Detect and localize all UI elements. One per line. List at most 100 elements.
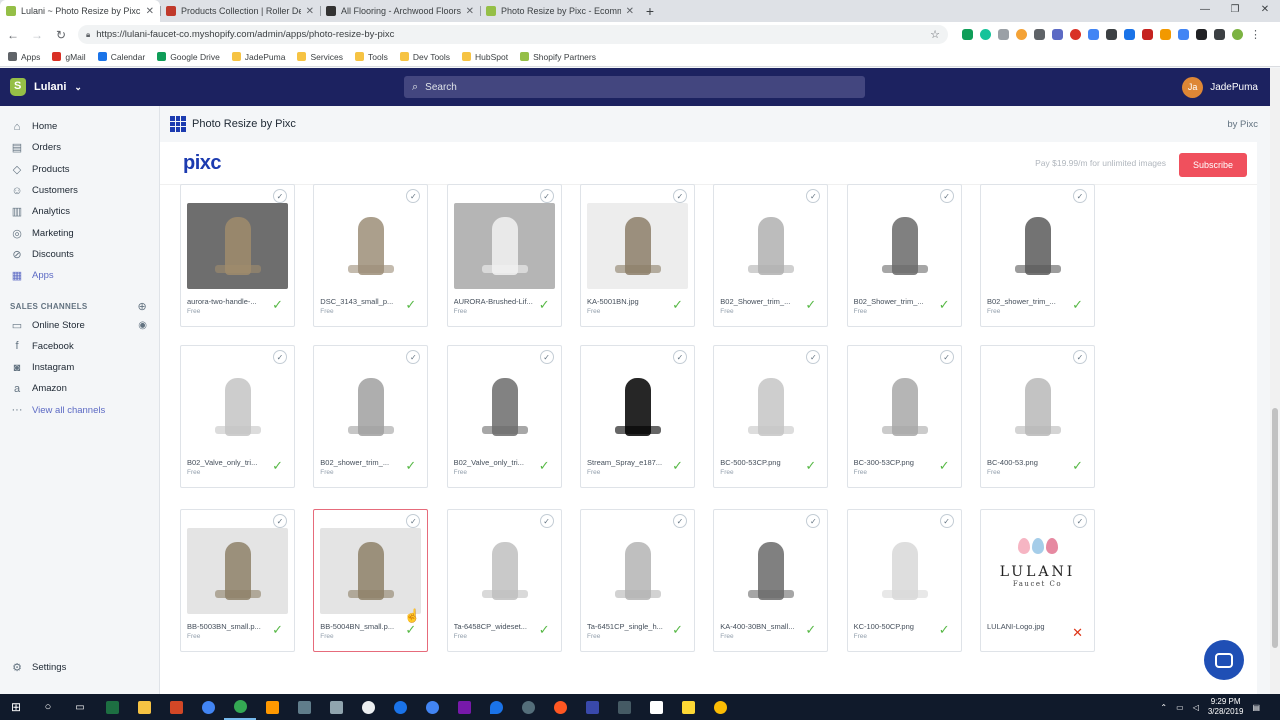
sidebar-item-online-store[interactable]: ▭ Online Store ◉ xyxy=(0,314,159,335)
select-checkbox[interactable]: ✓ xyxy=(939,189,954,203)
extension-icon[interactable] xyxy=(1052,29,1063,40)
chat-button[interactable] xyxy=(1204,640,1244,680)
image-card[interactable]: ✓ BB-5004BN_small.p... Free ✓ ☝ xyxy=(313,509,429,652)
taskbar-app[interactable] xyxy=(608,694,640,720)
select-checkbox[interactable]: ✓ xyxy=(273,350,287,364)
taskbar-app[interactable] xyxy=(160,694,192,720)
sidebar-item-apps[interactable]: ▦ Apps xyxy=(0,265,159,286)
start-button[interactable]: ⊞ xyxy=(0,694,32,720)
sidebar-item-discounts[interactable]: ⊘ Discounts xyxy=(0,244,159,265)
image-card[interactable]: ✓ B02_shower_trim_... Free ✓ xyxy=(313,345,429,488)
image-card[interactable]: ✓ B02_shower_trim_... Free ✓ xyxy=(980,184,1095,327)
select-checkbox[interactable]: ✓ xyxy=(1073,514,1087,528)
close-tab-icon[interactable]: ✕ xyxy=(626,6,634,17)
scrollbar-thumb[interactable] xyxy=(1272,408,1278,648)
taskbar-app[interactable] xyxy=(416,694,448,720)
sidebar-item-amazon[interactable]: a Amazon xyxy=(0,378,159,399)
taskbar-app[interactable] xyxy=(384,694,416,720)
select-checkbox[interactable]: ✓ xyxy=(406,189,421,203)
select-checkbox[interactable]: ✓ xyxy=(273,189,287,203)
extension-icon[interactable] xyxy=(1142,29,1153,40)
extension-icon[interactable] xyxy=(1106,29,1117,40)
sidebar-item-view-all-channels[interactable]: ··· View all channels xyxy=(0,400,159,421)
bookmark-item[interactable]: Calendar xyxy=(97,52,145,62)
select-checkbox[interactable]: ✓ xyxy=(1073,350,1087,364)
sidebar-item-home[interactable]: ⌂ Home xyxy=(0,116,159,137)
image-card[interactable]: ✓ BC-300-53CP.png Free ✓ xyxy=(846,345,962,488)
sidebar-item-analytics[interactable]: ▥ Analytics xyxy=(0,201,159,222)
extension-icon[interactable] xyxy=(1160,29,1171,40)
bookmark-item[interactable]: Google Drive xyxy=(157,52,220,62)
taskbar-app[interactable] xyxy=(352,694,384,720)
bookmark-item[interactable]: Tools xyxy=(355,52,388,62)
page-scrollbar[interactable] xyxy=(1270,68,1280,694)
bookmark-item[interactable]: Apps xyxy=(8,52,40,62)
taskbar-app[interactable] xyxy=(512,694,544,720)
reload-icon[interactable]: ↻ xyxy=(54,28,68,42)
image-card[interactable]: ✓ Ta-6458CP_wideset... Free ✓ xyxy=(446,509,562,652)
image-card[interactable]: ✓ DSC_3143_small_p... Free ✓ xyxy=(313,184,429,327)
taskbar-app[interactable] xyxy=(256,694,288,720)
back-icon[interactable]: ← xyxy=(6,28,20,42)
bookmark-item[interactable]: Services xyxy=(297,52,343,62)
restore-icon[interactable]: ❐ xyxy=(1220,0,1250,20)
taskbar-app[interactable] xyxy=(480,694,512,720)
task-view-button[interactable]: ▭ xyxy=(64,694,96,720)
sidebar-item-products[interactable]: ◇ Products xyxy=(0,159,159,180)
image-card[interactable]: ✓ BC-500-53CP.png Free ✓ xyxy=(713,345,829,488)
select-checkbox[interactable]: ✓ xyxy=(806,189,821,203)
image-card[interactable]: ✓ Ta-6451CP_single_h... Free ✓ xyxy=(580,509,695,652)
clock[interactable]: 9:29 PM 3/28/2019 xyxy=(1208,697,1244,717)
cortana-button[interactable]: ○ xyxy=(32,694,64,720)
extension-icon[interactable] xyxy=(1178,29,1189,40)
profile-icon[interactable] xyxy=(1232,29,1243,40)
image-card[interactable]: ✓ B02_Shower_trim_... Free ✓ xyxy=(713,184,829,327)
taskbar-app[interactable] xyxy=(128,694,160,720)
select-checkbox[interactable]: ✓ xyxy=(406,514,421,528)
sidebar-item-facebook[interactable]: f Facebook xyxy=(0,336,159,357)
taskbar-app[interactable] xyxy=(320,694,352,720)
sidebar-item-settings[interactable]: ⚙ Settings xyxy=(0,657,160,678)
taskbar-app[interactable] xyxy=(288,694,320,720)
close-tab-icon[interactable]: ✕ xyxy=(146,6,154,17)
extension-icon[interactable] xyxy=(1034,29,1045,40)
image-card[interactable]: ✓ KA-5001BN.jpg Free ✓ xyxy=(580,184,695,327)
taskbar-app[interactable] xyxy=(192,694,224,720)
app-developer-link[interactable]: by Pixc xyxy=(1227,119,1258,130)
select-checkbox[interactable]: ✓ xyxy=(539,350,554,364)
select-checkbox[interactable]: ✓ xyxy=(406,350,421,364)
image-card[interactable]: ✓ Stream_Spray_e187... Free ✓ xyxy=(580,345,695,488)
select-checkbox[interactable]: ✓ xyxy=(539,514,554,528)
image-card[interactable]: ✓ KA-400-30BN_small... Free ✓ xyxy=(713,509,829,652)
extension-icon[interactable] xyxy=(1124,29,1135,40)
browser-tab[interactable]: Products Collection | Roller Derb ✕ xyxy=(160,0,320,22)
select-checkbox[interactable]: ✓ xyxy=(673,514,687,528)
minimize-icon[interactable]: — xyxy=(1190,0,1220,20)
chevron-up-icon[interactable]: ⌃ xyxy=(1160,703,1167,712)
select-checkbox[interactable]: ✓ xyxy=(806,350,821,364)
close-tab-icon[interactable]: ✕ xyxy=(306,6,314,17)
bookmark-star-icon[interactable]: ☆ xyxy=(930,28,940,41)
search-input[interactable]: ⌕ Search xyxy=(404,76,865,98)
taskbar-app[interactable] xyxy=(672,694,704,720)
image-card[interactable]: ✓ AURORA-Brushed-Lif... Free ✓ xyxy=(446,184,562,327)
eye-icon[interactable]: ◉ xyxy=(138,320,147,331)
browser-tab[interactable]: All Flooring - Archwood Floors ✕ xyxy=(320,0,480,22)
select-checkbox[interactable]: ✓ xyxy=(273,514,287,528)
bookmark-item[interactable]: HubSpot xyxy=(462,52,508,62)
forward-icon[interactable]: → xyxy=(30,28,44,42)
menu-icon[interactable]: ⋮ xyxy=(1250,28,1261,41)
network-icon[interactable]: ▭ xyxy=(1176,703,1184,712)
select-checkbox[interactable]: ✓ xyxy=(939,350,954,364)
close-window-icon[interactable]: ✕ xyxy=(1250,0,1280,20)
sidebar-item-orders[interactable]: ▤ Orders xyxy=(0,137,159,158)
image-card[interactable]: ✓ aurora-two-handle-... Free ✓ xyxy=(180,184,295,327)
taskbar-app[interactable] xyxy=(576,694,608,720)
close-tab-icon[interactable]: ✕ xyxy=(466,6,474,17)
select-checkbox[interactable]: ✓ xyxy=(673,350,687,364)
image-card[interactable]: ✓ LULANI Faucet Co LULANI-Logo.jpg ✕ xyxy=(980,509,1095,652)
taskbar-app[interactable] xyxy=(704,694,736,720)
browser-tab[interactable]: Photo Resize by Pixc - Ecommer ✕ xyxy=(480,0,640,22)
taskbar-app[interactable] xyxy=(544,694,576,720)
sidebar-item-marketing[interactable]: ◎ Marketing xyxy=(0,222,159,243)
